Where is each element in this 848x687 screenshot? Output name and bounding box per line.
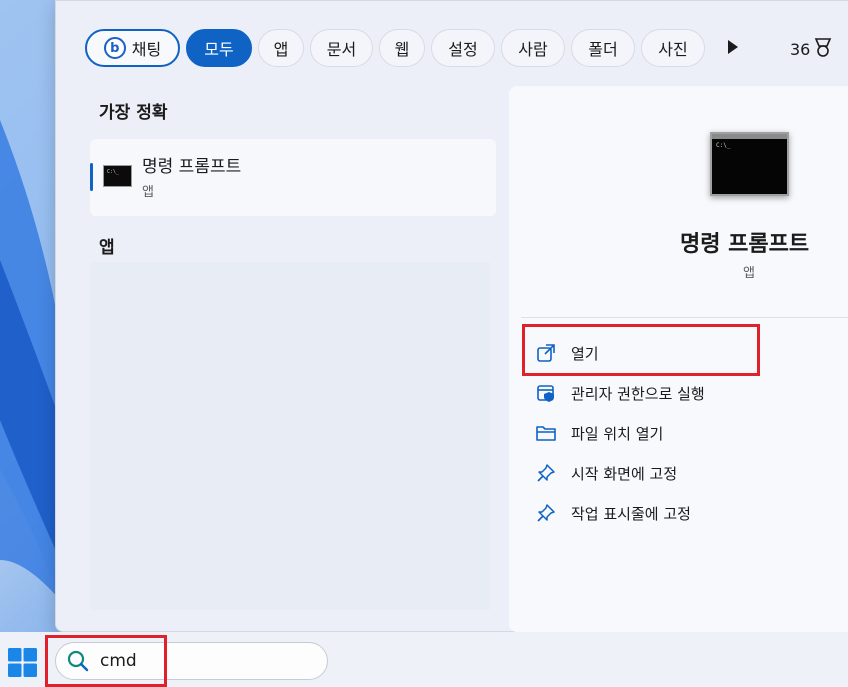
best-match-type: 앱 <box>142 185 154 200</box>
chip-label: 웹 <box>394 40 410 59</box>
divider <box>521 317 848 318</box>
chip-folders[interactable]: 폴더 <box>571 29 635 67</box>
windows-start-icon[interactable] <box>8 648 37 677</box>
action-label: 작업 표시줄에 고정 <box>571 504 691 523</box>
folder-icon <box>535 422 557 444</box>
chip-chat[interactable]: b 채팅 <box>85 29 180 67</box>
selection-indicator <box>90 163 93 191</box>
best-match-name: 명령 프롬프트 <box>142 157 242 177</box>
chip-label: 채팅 <box>131 40 162 59</box>
chip-web[interactable]: 웹 <box>379 29 425 67</box>
highlight-open-action <box>522 324 760 376</box>
icon-text: C:\_ <box>107 169 120 175</box>
chip-label: 사진 <box>658 40 688 59</box>
best-match-item[interactable] <box>90 139 496 216</box>
chip-photos[interactable]: 사진 <box>641 29 705 67</box>
chip-label: 모두 <box>204 40 234 59</box>
pin-icon <box>535 502 557 524</box>
bing-icon: b <box>103 37 126 59</box>
action-label: 파일 위치 열기 <box>571 424 664 443</box>
admin-shield-icon <box>535 382 557 404</box>
icon-text: C:\_ <box>716 142 731 149</box>
chip-label: 설정 <box>448 40 478 59</box>
chip-label: 문서 <box>326 40 357 59</box>
chip-label: 사람 <box>518 40 548 59</box>
action-pin-to-start[interactable]: 시작 화면에 고정 <box>535 457 835 489</box>
action-pin-to-taskbar[interactable]: 작업 표시줄에 고정 <box>535 497 835 529</box>
command-prompt-large-icon: C:\_ <box>710 132 789 196</box>
chip-documents[interactable]: 문서 <box>310 29 373 67</box>
action-label: 관리자 권한으로 실행 <box>571 384 705 403</box>
rewards-points[interactable]: 36 <box>790 40 810 59</box>
results-list-area <box>90 262 490 610</box>
detail-app-type: 앱 <box>743 266 755 281</box>
action-open-file-location[interactable]: 파일 위치 열기 <box>535 417 835 449</box>
chip-apps[interactable]: 앱 <box>258 29 304 67</box>
action-label: 시작 화면에 고정 <box>571 464 678 483</box>
best-match-title: 가장 정확 <box>99 103 168 123</box>
pin-icon <box>535 462 557 484</box>
chip-label: 앱 <box>273 40 289 59</box>
highlight-search-box <box>45 635 167 687</box>
rewards-medal-icon[interactable] <box>814 38 832 58</box>
action-run-as-admin[interactable]: 관리자 권한으로 실행 <box>535 377 835 409</box>
chip-all[interactable]: 모두 <box>186 29 252 67</box>
apps-section-title: 앱 <box>99 238 115 258</box>
command-prompt-icon: C:\_ <box>103 165 132 187</box>
more-filters-icon[interactable] <box>726 38 740 56</box>
chip-people[interactable]: 사람 <box>501 29 565 67</box>
chip-label: 폴더 <box>588 40 618 59</box>
chip-settings[interactable]: 설정 <box>431 29 495 67</box>
detail-app-name: 명령 프롬프트 <box>680 232 810 257</box>
